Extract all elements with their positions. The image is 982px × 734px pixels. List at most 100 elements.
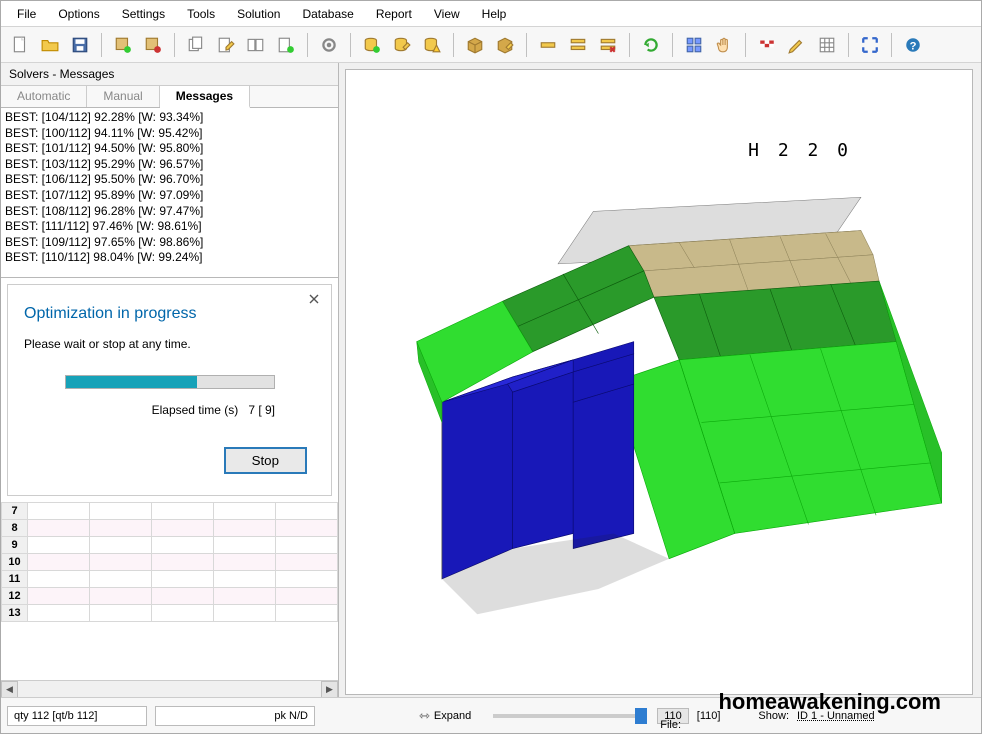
scroll-right-icon[interactable]: ▶ (321, 681, 338, 698)
close-icon[interactable] (303, 289, 325, 309)
expand-arrows-icon[interactable] (857, 32, 883, 58)
tab-empty (250, 86, 338, 107)
menu-report[interactable]: Report (366, 4, 422, 24)
dialog-title: Optimization in progress (24, 305, 315, 323)
grid-icon[interactable] (814, 32, 840, 58)
package-icon[interactable] (462, 32, 488, 58)
elapsed-value: 7 [ 9] (248, 403, 275, 417)
toolbar-separator (350, 33, 351, 57)
status-bar: qty 112 [qt/b 112] pk N/D ⇿ Expand 110 [… (1, 697, 981, 733)
log-line: BEST: [101/112] 94.50% [W: 95.80%] (5, 141, 334, 157)
log-line: BEST: [100/112] 94.11% [W: 95.42%] (5, 126, 334, 142)
log-line: BEST: [108/112] 96.28% [W: 97.47%] (5, 204, 334, 220)
menu-help[interactable]: Help (472, 4, 517, 24)
status-qty: qty 112 [qt/b 112] (7, 706, 147, 726)
menu-view[interactable]: View (424, 4, 470, 24)
row-header[interactable]: 10 (2, 554, 28, 571)
messages-log[interactable]: BEST: [104/112] 92.28% [W: 93.34%] BEST:… (1, 108, 338, 278)
status-num2: [110] (697, 710, 721, 722)
menu-database[interactable]: Database (292, 4, 363, 24)
flag-icon[interactable] (754, 32, 780, 58)
menu-options[interactable]: Options (48, 4, 109, 24)
watermark-text: homeawakening.com (718, 689, 941, 715)
progress-bar (65, 375, 275, 389)
menu-tools[interactable]: Tools (177, 4, 225, 24)
row-header[interactable]: 8 (2, 520, 28, 537)
toolbar: ? (1, 27, 981, 63)
log-line: BEST: [103/112] 95.29% [W: 96.57%] (5, 157, 334, 173)
row-icon[interactable] (535, 32, 561, 58)
elapsed-time: Elapsed time (s) 7 [ 9] (24, 403, 315, 417)
dialog-message: Please wait or stop at any time. (24, 337, 315, 351)
elapsed-label: Elapsed time (s) (152, 403, 239, 417)
status-pk: pk N/D (155, 706, 315, 726)
log-line: BEST: [111/112] 97.46% [W: 98.61%] (5, 219, 334, 235)
row-header[interactable]: 7 (2, 503, 28, 520)
multi-page-icon[interactable] (243, 32, 269, 58)
pkg-edit-icon[interactable] (492, 32, 518, 58)
solvers-panel-title: Solvers - Messages (1, 63, 338, 86)
toolbar-separator (174, 33, 175, 57)
slider-thumb[interactable] (635, 708, 647, 724)
db-go-icon[interactable] (359, 32, 385, 58)
rows-del-icon[interactable] (595, 32, 621, 58)
expand-icon: ⇿ (419, 708, 430, 724)
menu-solution[interactable]: Solution (227, 4, 290, 24)
open-folder-icon[interactable] (37, 32, 63, 58)
pencil-icon[interactable] (784, 32, 810, 58)
edit-page-icon[interactable] (213, 32, 239, 58)
row-header[interactable]: 12 (2, 588, 28, 605)
toolbar-separator (629, 33, 630, 57)
tab-automatic[interactable]: Automatic (1, 86, 87, 107)
tab-messages[interactable]: Messages (160, 86, 250, 108)
copy-icon[interactable] (183, 32, 209, 58)
main-split: Solvers - Messages Automatic Manual Mess… (1, 63, 981, 697)
optimization-dialog: Optimization in progress Please wait or … (7, 284, 332, 496)
grid-hscrollbar[interactable]: ◀ ▶ (1, 680, 338, 697)
new-file-icon[interactable] (7, 32, 33, 58)
toolbar-separator (745, 33, 746, 57)
db-warn-icon[interactable] (419, 32, 445, 58)
toolbar-separator (526, 33, 527, 57)
toolbar-separator (848, 33, 849, 57)
row-header[interactable]: 13 (2, 605, 28, 622)
expand-button[interactable]: ⇿ Expand (411, 706, 479, 726)
row-header[interactable]: 11 (2, 571, 28, 588)
hand-icon[interactable] (711, 32, 737, 58)
expand-label: Expand (434, 710, 471, 722)
left-pane: Solvers - Messages Automatic Manual Mess… (1, 63, 339, 697)
log-line: BEST: [110/112] 98.04% [W: 99.24%] (5, 250, 334, 266)
toolbar-separator (453, 33, 454, 57)
spreadsheet-grid[interactable]: 7 8 9 10 11 12 13 (1, 502, 338, 680)
toolbar-separator (307, 33, 308, 57)
rows-icon[interactable] (565, 32, 591, 58)
zoom-slider[interactable] (493, 714, 643, 718)
db-edit-icon[interactable] (389, 32, 415, 58)
log-line: BEST: [106/112] 95.50% [W: 96.70%] (5, 172, 334, 188)
row-header[interactable]: 9 (2, 537, 28, 554)
scroll-left-icon[interactable]: ◀ (1, 681, 18, 698)
container-3d-render (346, 70, 972, 694)
page-go-icon[interactable] (273, 32, 299, 58)
log-line: BEST: [109/112] 97.65% [W: 98.86%] (5, 235, 334, 251)
toolbar-separator (101, 33, 102, 57)
prop-remove-icon[interactable] (140, 32, 166, 58)
stop-button[interactable]: Stop (224, 447, 307, 474)
toolbar-separator (672, 33, 673, 57)
prop-add-icon[interactable] (110, 32, 136, 58)
progress-fill (66, 376, 197, 388)
align-icon[interactable] (681, 32, 707, 58)
gear-icon[interactable] (316, 32, 342, 58)
help-icon[interactable]: ? (900, 32, 926, 58)
log-line: BEST: [104/112] 92.28% [W: 93.34%] (5, 110, 334, 126)
menu-settings[interactable]: Settings (112, 4, 175, 24)
menu-file[interactable]: File (7, 4, 46, 24)
menu-bar: File Options Settings Tools Solution Dat… (1, 1, 981, 27)
3d-viewport[interactable]: H 2 2 0 (345, 69, 973, 695)
save-icon[interactable] (67, 32, 93, 58)
log-line: BEST: [107/112] 95.89% [W: 97.09%] (5, 188, 334, 204)
tab-manual[interactable]: Manual (87, 86, 159, 107)
solvers-tabs: Automatic Manual Messages (1, 86, 338, 108)
right-pane: H 2 2 0 (339, 63, 981, 697)
refresh-icon[interactable] (638, 32, 664, 58)
